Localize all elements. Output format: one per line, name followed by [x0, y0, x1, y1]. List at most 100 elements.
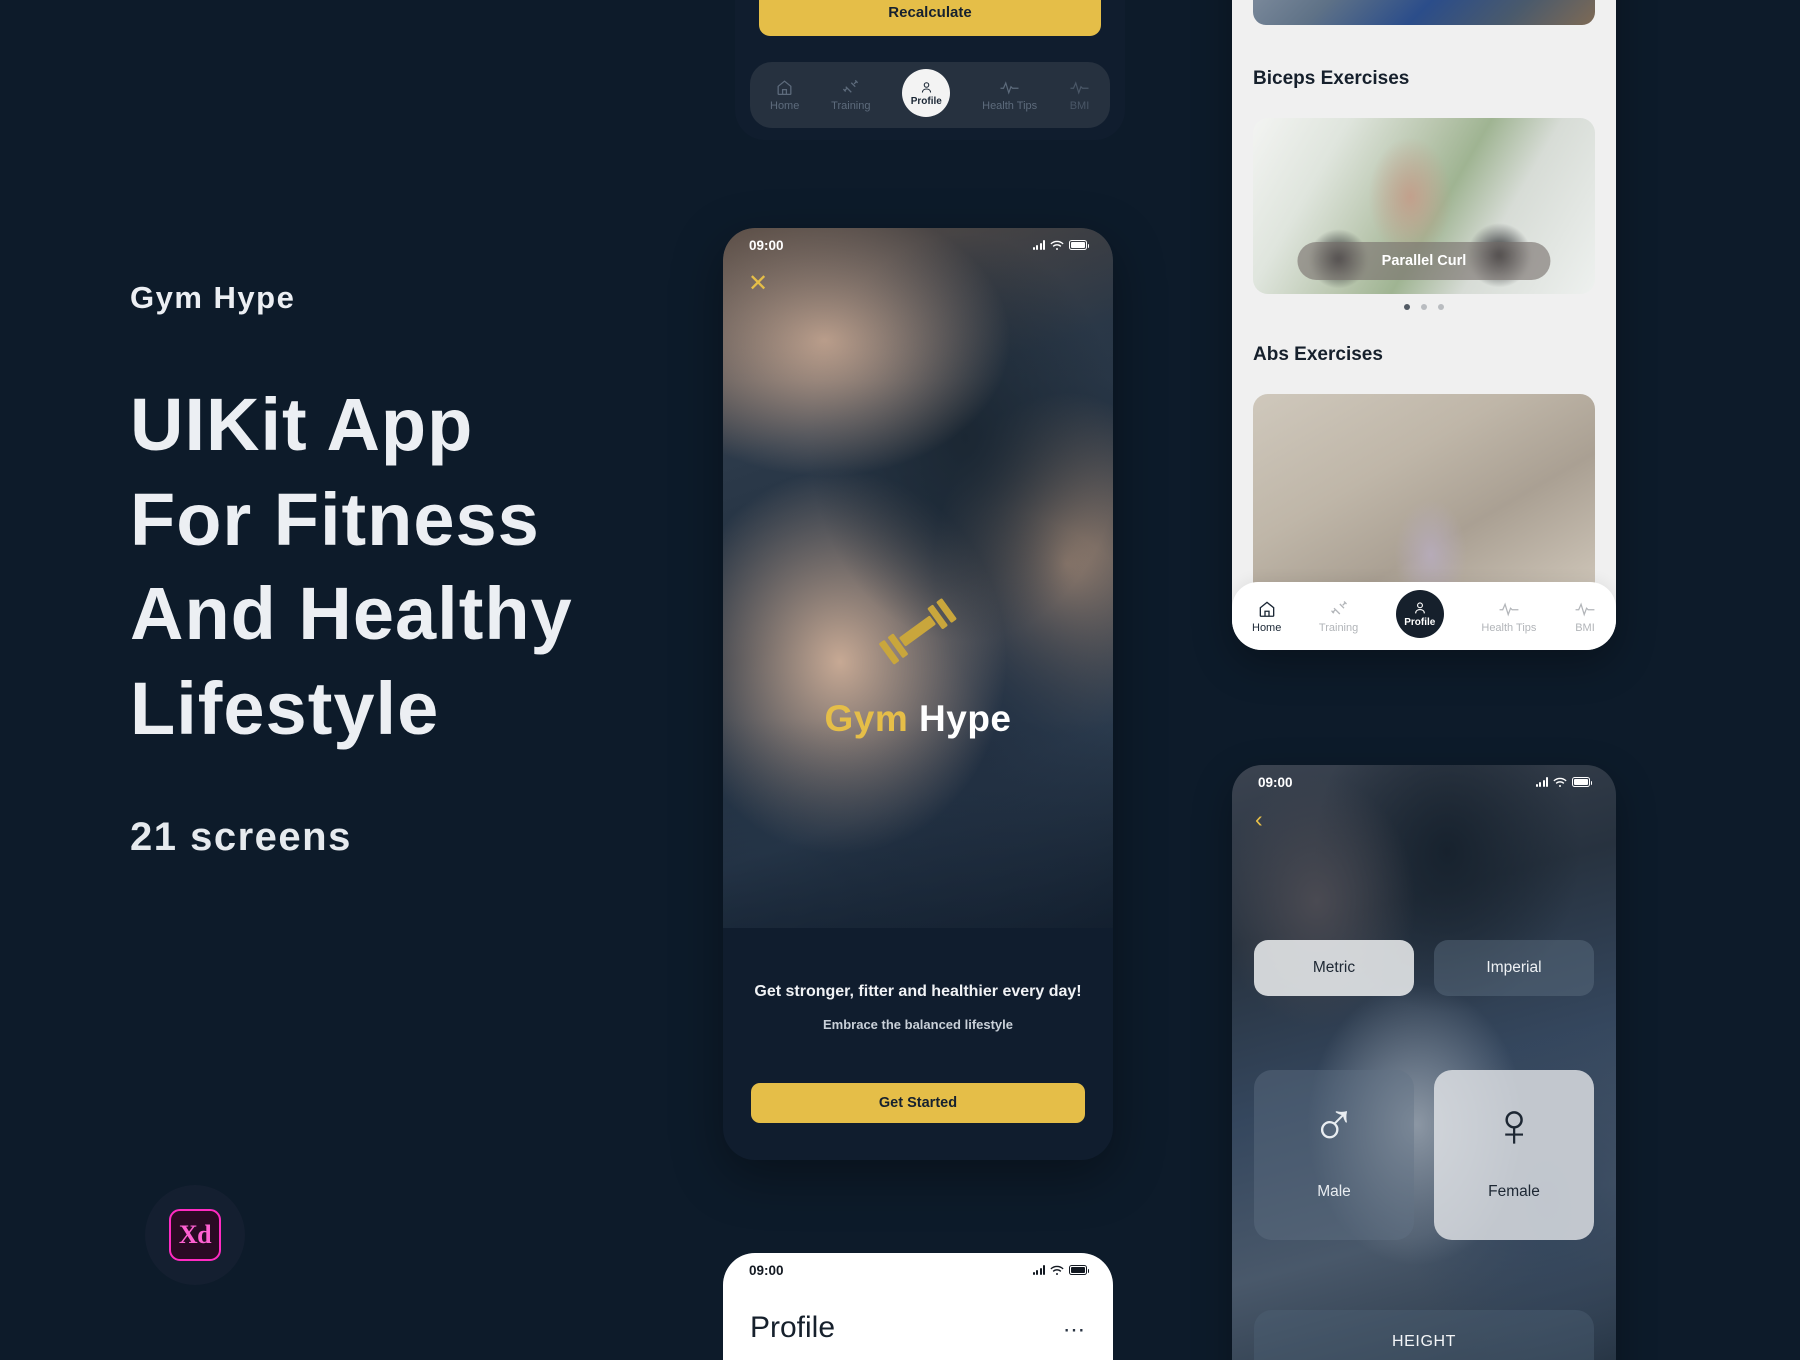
- gender-label-female: Female: [1488, 1183, 1540, 1200]
- height-title: HEIGHT: [1391, 1333, 1457, 1350]
- phone-exercises-screen: Biceps Exercises Parallel Curl Abs Exerc…: [1232, 0, 1616, 650]
- gender-option-male[interactable]: ♂ Male: [1254, 1070, 1414, 1240]
- status-bar: 09:00: [1232, 765, 1616, 799]
- nav-item-health-tips[interactable]: Health Tips: [982, 78, 1037, 112]
- nav-item-home[interactable]: Home: [770, 78, 799, 112]
- splash-hero-image: [723, 228, 1113, 928]
- nav-item-home[interactable]: Home: [1252, 599, 1281, 634]
- signal-icon: [1032, 1265, 1045, 1275]
- person-icon: [921, 81, 931, 93]
- nav-item-profile[interactable]: Profile: [902, 69, 951, 117]
- nav-label-bmi: BMI: [1069, 100, 1090, 112]
- chevron-left-icon[interactable]: ‹: [1255, 808, 1275, 831]
- nav-item-profile[interactable]: Profile: [1395, 590, 1444, 638]
- unit-option-imperial[interactable]: Imperial: [1434, 940, 1594, 996]
- bottom-nav-light: Home Training Profile Health Tips BMI: [1232, 582, 1616, 650]
- gender-selector: ♂ Male ♀ Female: [1254, 1070, 1594, 1240]
- splash-tagline-sub: Embrace the balanced lifestyle: [822, 1017, 1014, 1032]
- nav-item-health-tips[interactable]: Health Tips: [1481, 599, 1536, 634]
- signal-icon: [1032, 240, 1045, 250]
- more-horizontal-icon[interactable]: ⋯: [1063, 1319, 1087, 1341]
- gender-option-female[interactable]: ♀ Female: [1434, 1070, 1594, 1240]
- gender-label-male: Male: [1317, 1183, 1351, 1200]
- carousel-dot-2[interactable]: [1421, 304, 1427, 310]
- promo-copy: Gym Hype UIKit App For Fitness And Healt…: [130, 280, 750, 860]
- nav-item-training[interactable]: Training: [831, 78, 871, 112]
- nav-item-bmi[interactable]: BMI: [1574, 599, 1596, 634]
- nav-item-training[interactable]: Training: [1319, 599, 1358, 634]
- section-title-abs: Abs Exercises: [1253, 344, 1383, 365]
- nav-label-health-tips: Health Tips: [1481, 621, 1537, 634]
- pulse-icon: [1070, 81, 1089, 95]
- signal-icon: [1535, 777, 1548, 787]
- dumbbell-icon: [843, 79, 859, 93]
- carousel-dot-1[interactable]: [1404, 304, 1410, 310]
- status-time: 09:00: [749, 237, 784, 253]
- splash-tagline: Get stronger, fitter and healthier every…: [754, 983, 1082, 1000]
- battery-icon: [1069, 1265, 1090, 1275]
- screens-count: 21 screens: [130, 814, 352, 859]
- section-title-biceps: Biceps Exercises: [1253, 68, 1410, 89]
- person-icon: [1414, 602, 1425, 614]
- exercise-card-label: Parallel Curl: [1297, 242, 1551, 280]
- nav-label-profile: Profile: [910, 95, 942, 107]
- dumbbell-icon: [1330, 600, 1347, 614]
- promo-brand: Gym Hype: [130, 280, 296, 315]
- headline-line-3: And Healthy: [130, 572, 573, 656]
- status-bar: 09:00: [723, 228, 1113, 262]
- pulse-icon: [1499, 601, 1519, 616]
- bottom-nav-dark: Home Training Profile Health Tips BMI: [750, 62, 1110, 128]
- nav-label-training: Training: [831, 100, 871, 112]
- status-icons: [1032, 1265, 1090, 1276]
- battery-icon: [1069, 240, 1090, 250]
- recalculate-button[interactable]: Recalculate: [759, 0, 1101, 36]
- get-started-button[interactable]: Get Started: [751, 1083, 1085, 1123]
- female-icon: ♀: [1490, 1091, 1538, 1160]
- status-bar: 09:00: [723, 1253, 1113, 1287]
- nav-label-profile: Profile: [1404, 617, 1436, 628]
- status-icons: [1032, 240, 1090, 251]
- headline-line-2: For Fitness: [130, 477, 540, 561]
- dumbbell-icon: [879, 598, 957, 665]
- nav-label-home: Home: [770, 100, 800, 112]
- exercise-card-parallel-curl[interactable]: Parallel Curl: [1253, 118, 1595, 294]
- headline-line-4: Lifestyle: [130, 667, 440, 751]
- phone-bmi-result-screen: Recalculate Home Training Profile Health…: [735, 0, 1125, 140]
- phone-bmi-input-screen: 09:00 ‹ Metric Imperial ♂ Male ♀ Female: [1232, 765, 1616, 1360]
- wifi-icon: [1050, 1265, 1064, 1275]
- pulse-icon: [1575, 601, 1595, 616]
- top-exercise-card-cropped[interactable]: [1253, 0, 1595, 25]
- home-icon: [1259, 600, 1275, 617]
- headline-line-1: UIKit App: [130, 383, 474, 466]
- wifi-icon: [1050, 240, 1064, 250]
- splash-brand: Gym Hype: [723, 698, 1113, 740]
- pulse-icon: [1000, 81, 1019, 95]
- battery-icon: [1572, 777, 1593, 787]
- xd-icon: Xd: [169, 1209, 221, 1261]
- status-time: 09:00: [1258, 774, 1293, 790]
- wifi-icon: [1553, 777, 1567, 787]
- poster-canvas: Gym Hype UIKit App For Fitness And Healt…: [0, 0, 1800, 1360]
- page-title: Profile: [750, 1311, 836, 1344]
- unit-selector: Metric Imperial: [1254, 940, 1594, 996]
- status-icons: [1535, 777, 1593, 788]
- nav-item-bmi[interactable]: BMI: [1069, 78, 1090, 112]
- unit-option-metric[interactable]: Metric: [1254, 940, 1414, 996]
- brand-second-word: Hype: [919, 698, 1012, 739]
- close-icon[interactable]: ✕: [747, 272, 769, 296]
- phone-profile-screen: 09:00 Profile ⋯: [723, 1253, 1113, 1360]
- home-icon: [777, 80, 792, 96]
- nav-label-home: Home: [1252, 621, 1282, 634]
- nav-label-health-tips: Health Tips: [982, 100, 1038, 112]
- status-time: 09:00: [749, 1262, 784, 1278]
- male-icon: ♂: [1310, 1091, 1358, 1160]
- adobe-xd-badge: Xd: [145, 1185, 245, 1285]
- phone-splash-screen: 09:00 ✕ Gym Hype Get stronger, fitter an…: [723, 228, 1113, 1160]
- nav-label-bmi: BMI: [1575, 621, 1595, 634]
- promo-headline: UIKit App For Fitness And Healthy Lifest…: [130, 378, 750, 757]
- height-stepper-card: HEIGHT - 5'4" +: [1254, 1310, 1594, 1360]
- brand-first-word: Gym: [824, 698, 909, 739]
- carousel-dots: [1232, 304, 1616, 310]
- carousel-dot-3[interactable]: [1438, 304, 1444, 310]
- nav-label-training: Training: [1318, 621, 1359, 634]
